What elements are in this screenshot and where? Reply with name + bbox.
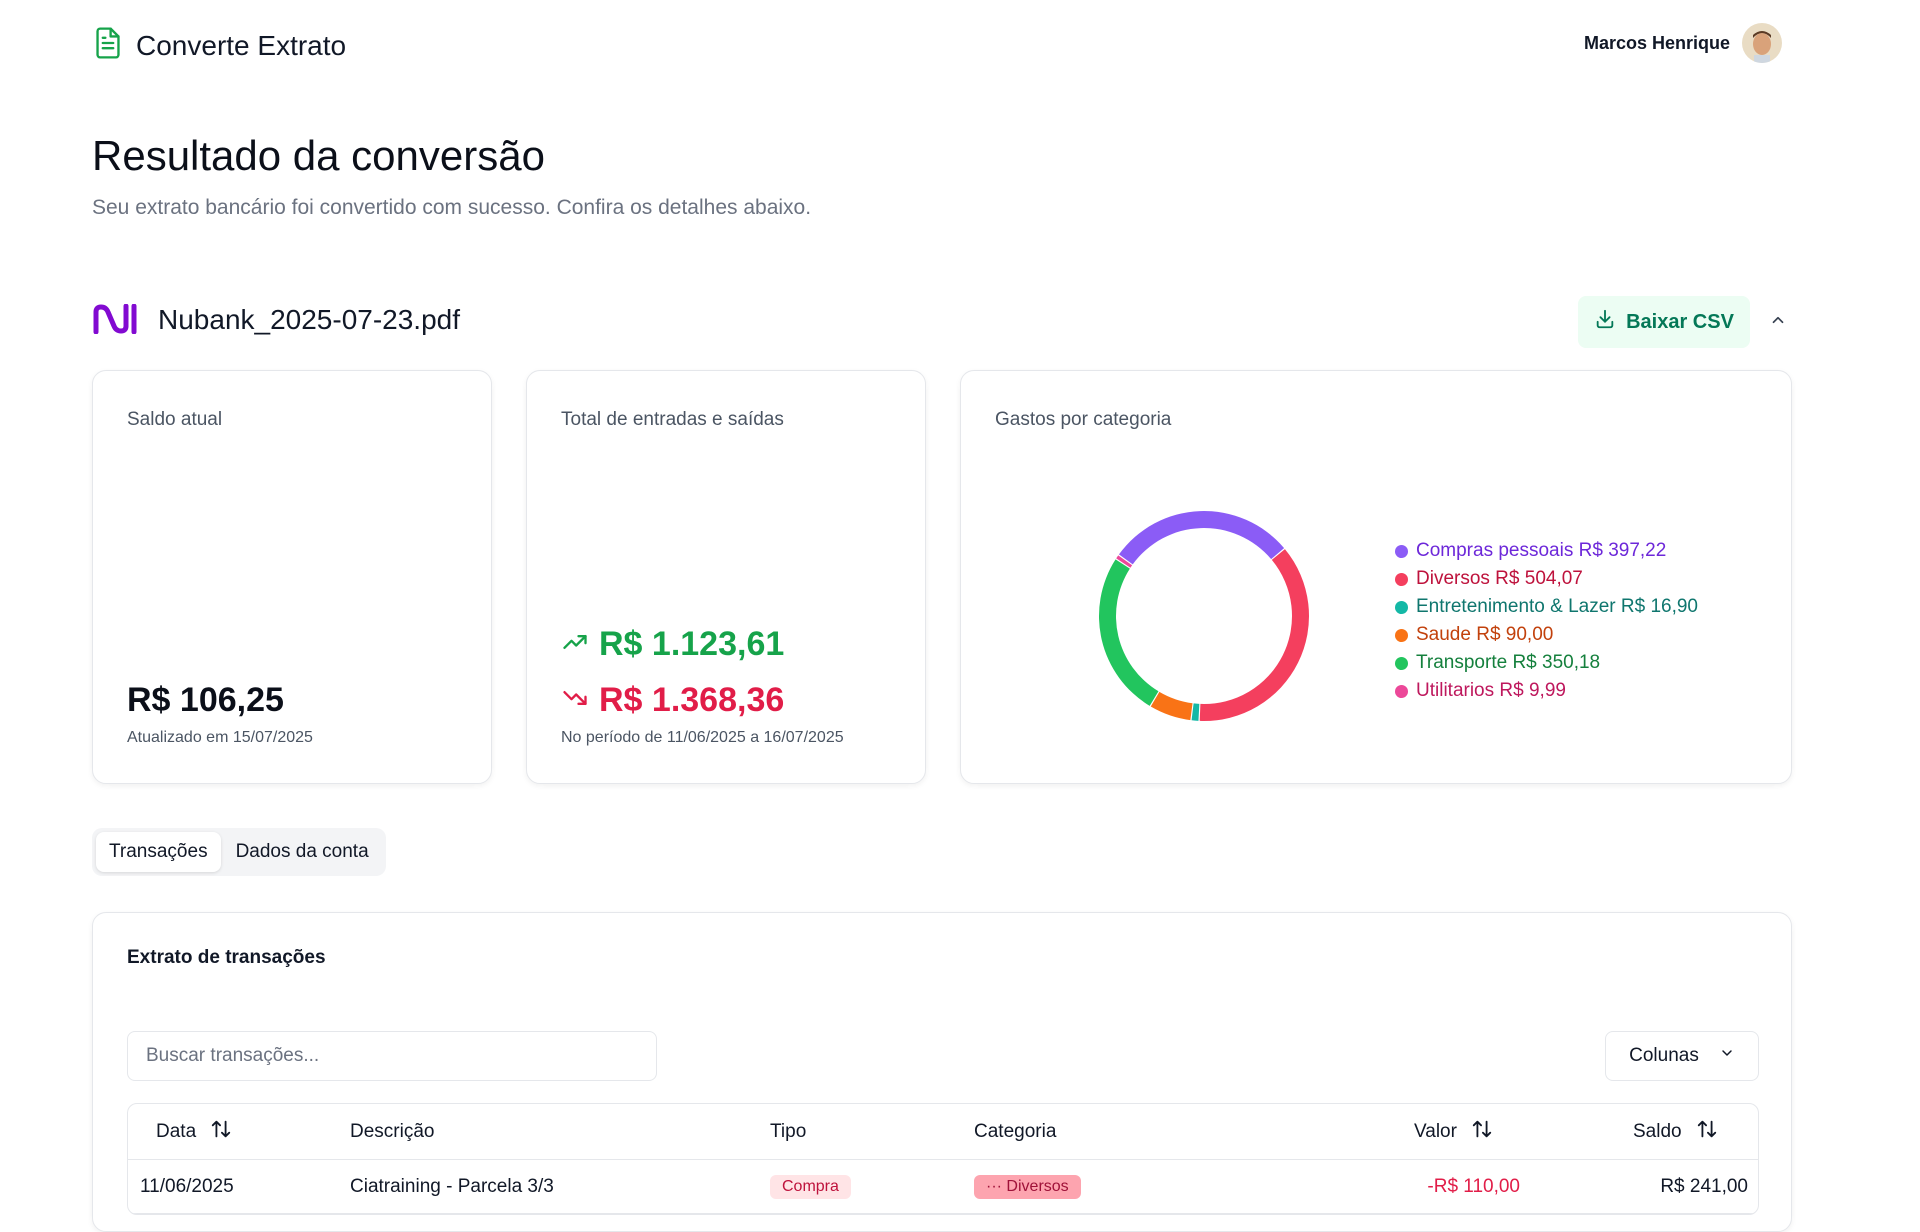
legend-label: Utilitarios R$ 9,99 — [1416, 680, 1566, 701]
legend-dot — [1395, 572, 1408, 586]
avatar[interactable] — [1742, 23, 1782, 63]
page-title: Resultado da conversão — [92, 132, 545, 179]
legend-item: Diversos R$ 504,07 — [1395, 565, 1698, 593]
chevron-up-icon — [1769, 311, 1787, 334]
transactions-card: Extrato de transações Colunas Data Descr… — [92, 912, 1792, 1232]
donut-slice-entretenimento-lazer[interactable] — [1191, 703, 1200, 721]
row-category-badge[interactable]: ··· Diversos — [974, 1174, 1081, 1199]
trending-up-icon — [561, 628, 589, 661]
categories-legend: Compras pessoais R$ 397,22 Diversos R$ 50… — [1395, 537, 1698, 705]
header-value-label: Valor — [1414, 1120, 1457, 1142]
row-type-badge: Compra — [770, 1174, 851, 1199]
balance-card-title: Saldo atual — [127, 409, 223, 430]
page-subtitle: Seu extrato bancário foi convertido com … — [92, 196, 812, 219]
file-row: Nubank_2025-07-23.pdf Baixar CSV — [92, 296, 1792, 348]
header-type: Tipo — [770, 1121, 806, 1143]
legend-dot — [1395, 684, 1408, 698]
legend-label: Diversos R$ 504,07 — [1416, 568, 1583, 589]
file-name: Nubank_2025-07-23.pdf — [158, 304, 461, 335]
row-date: 11/06/2025 — [140, 1175, 234, 1197]
categories-donut-chart — [1099, 511, 1309, 721]
header-type-label: Tipo — [770, 1120, 807, 1142]
legend-item: Entretenimento & Lazer R$ 16,90 — [1395, 593, 1698, 621]
brand[interactable]: Converte Extrato — [92, 26, 346, 65]
row-value: -R$ 110,00 — [1427, 1175, 1520, 1197]
download-csv-button[interactable]: Baixar CSV — [1578, 296, 1750, 348]
legend-item: Saude R$ 90,00 — [1395, 621, 1698, 649]
document-icon — [92, 26, 124, 65]
row-description: Ciatraining - Parcela 3/3 — [350, 1175, 554, 1197]
donut-slice-compras-pessoais[interactable] — [1118, 511, 1285, 565]
transactions-table: Data Descrição Tipo Categoria Valor Sald… — [127, 1103, 1759, 1215]
sort-icon[interactable] — [210, 1118, 232, 1146]
flows-period-note: No período de 11/06/2025 a 16/07/2025 — [561, 729, 844, 746]
header-description-label: Descrição — [350, 1120, 435, 1142]
legend-label: Transporte R$ 350,18 — [1416, 652, 1601, 673]
header-date[interactable]: Data — [156, 1118, 232, 1146]
legend-dot — [1395, 656, 1408, 670]
header-date-label: Data — [156, 1120, 197, 1142]
balance-card: Saldo atual R$ 106,25 Atualizado em 15/0… — [92, 370, 492, 784]
columns-button[interactable]: Colunas — [1605, 1031, 1759, 1081]
expense-value: R$ 1.368,36 — [599, 681, 785, 719]
categories-card: Gastos por categoria Compras pessoais R$… — [960, 370, 1792, 784]
tab-account-data[interactable]: Dados da conta — [223, 832, 382, 872]
trending-down-icon — [561, 684, 589, 717]
header-value[interactable]: Valor — [1414, 1118, 1493, 1146]
balance-updated-note: Atualizado em 15/07/2025 — [127, 729, 313, 746]
income-value: R$ 1.123,61 — [599, 625, 785, 663]
legend-label: Saude R$ 90,00 — [1416, 624, 1554, 645]
sort-icon[interactable] — [1696, 1118, 1718, 1146]
app-header: Converte Extrato Marcos Henrique — [0, 0, 1920, 88]
header-description: Descrição — [350, 1121, 434, 1143]
legend-dot — [1395, 544, 1408, 558]
legend-dot — [1395, 600, 1408, 614]
app-name: Converte Extrato — [136, 29, 347, 61]
legend-item: Utilitarios R$ 9,99 — [1395, 677, 1698, 705]
balance-value: R$ 106,25 — [127, 681, 284, 719]
chevron-down-icon — [1719, 1045, 1735, 1067]
user-name: Marcos Henrique — [1583, 32, 1730, 53]
header-balance[interactable]: Saldo — [1633, 1118, 1718, 1146]
flows-card: Total de entradas e saídas R$ 1.123,61 R… — [526, 370, 926, 784]
legend-item: Transporte R$ 350,18 — [1395, 649, 1698, 677]
legend-label: Entretenimento & Lazer R$ 16,90 — [1416, 596, 1699, 617]
sort-icon[interactable] — [1471, 1118, 1493, 1146]
download-icon — [1594, 308, 1616, 336]
legend-label: Compras pessoais R$ 397,22 — [1416, 540, 1667, 561]
transactions-title: Extrato de transações — [127, 947, 326, 968]
header-category: Categoria — [974, 1121, 1056, 1143]
collapse-button[interactable] — [1762, 306, 1794, 338]
user-menu[interactable]: Marcos Henrique — [1584, 23, 1782, 63]
columns-label: Colunas — [1629, 1045, 1699, 1066]
row-balance: R$ 241,00 — [1660, 1175, 1748, 1197]
header-balance-label: Saldo — [1633, 1120, 1682, 1142]
table-header: Data Descrição Tipo Categoria Valor Sald… — [128, 1104, 1758, 1160]
donut-slice-diversos[interactable] — [1199, 549, 1309, 721]
nubank-logo-icon — [92, 303, 138, 339]
donut-slice-saude[interactable] — [1150, 691, 1193, 721]
legend-dot — [1395, 628, 1408, 642]
header-category-label: Categoria — [974, 1120, 1057, 1142]
tab-transactions[interactable]: Transações — [96, 832, 221, 872]
view-tabs: Transações Dados da conta — [92, 828, 386, 876]
categories-card-title: Gastos por categoria — [995, 409, 1172, 430]
table-row[interactable]: 11/06/2025 Ciatraining - Parcela 3/3 Com… — [128, 1160, 1758, 1214]
donut-slice-transporte[interactable] — [1099, 559, 1159, 706]
expense-row: R$ 1.368,36 — [561, 681, 784, 720]
legend-item: Compras pessoais R$ 397,22 — [1395, 537, 1698, 565]
flows-card-title: Total de entradas e saídas — [561, 409, 784, 430]
download-csv-label: Baixar CSV — [1626, 310, 1734, 333]
income-row: R$ 1.123,61 — [561, 625, 784, 664]
search-input[interactable] — [127, 1031, 657, 1081]
